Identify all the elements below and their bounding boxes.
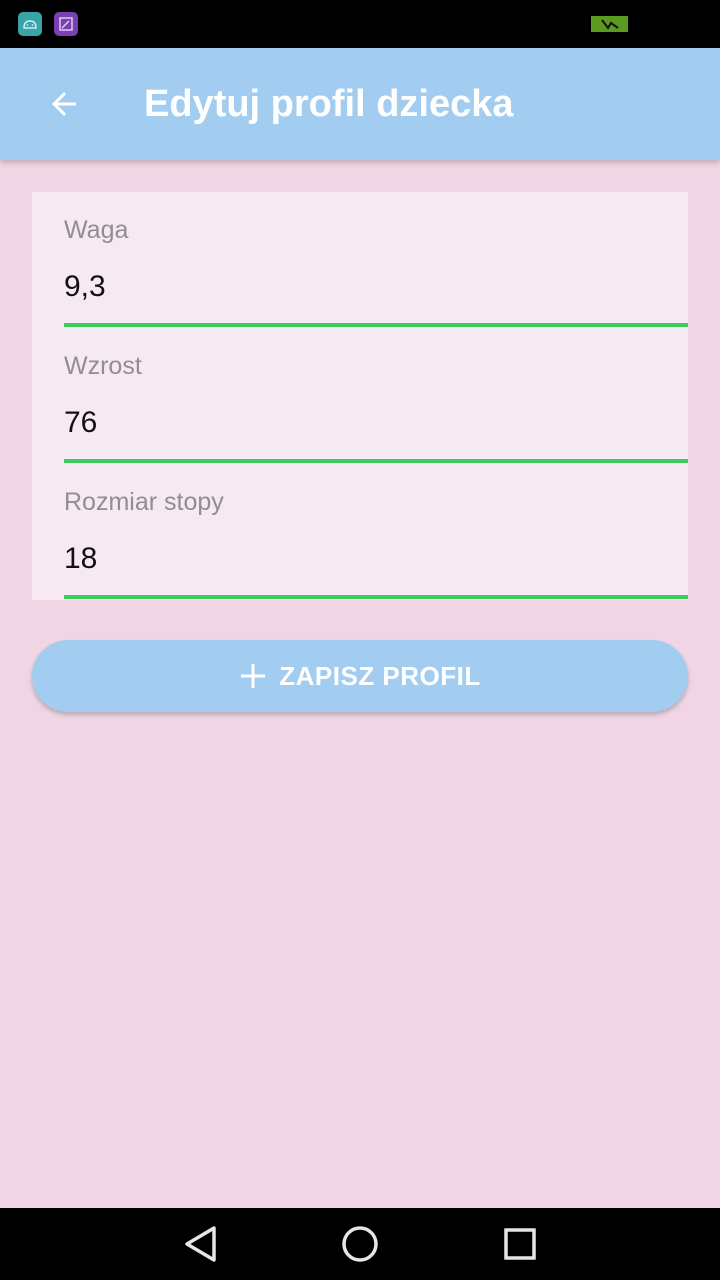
nav-back-button[interactable] [180, 1224, 220, 1264]
height-field[interactable]: Wzrost 76 [32, 328, 688, 464]
back-triangle-icon [185, 1226, 216, 1262]
height-input[interactable]: 76 [64, 406, 624, 440]
weight-input[interactable]: 9,3 [64, 270, 624, 304]
child-profile-form: Waga 9,3 Wzrost 76 Rozmiar stopy 18 [32, 192, 688, 600]
system-nav-bar [0, 1208, 720, 1280]
weight-field-underline [64, 323, 688, 327]
page-title: Edytuj profil dziecka [144, 83, 514, 125]
home-circle-icon [342, 1226, 378, 1262]
save-profile-label: ZAPISZ PROFIL [279, 660, 481, 691]
foot-size-input[interactable]: 18 [64, 542, 624, 576]
height-field-underline [64, 459, 688, 463]
foot-size-field-label: Rozmiar stopy [64, 488, 224, 516]
plus-icon [241, 664, 266, 688]
nav-home-button[interactable] [340, 1224, 380, 1264]
nav-recents-button[interactable] [500, 1224, 540, 1264]
foot-size-field[interactable]: Rozmiar stopy 18 [32, 464, 688, 600]
weight-field[interactable]: Waga 9,3 [32, 192, 688, 328]
gallery-icon [54, 12, 78, 36]
recents-square-icon [504, 1228, 536, 1260]
battery-icon [591, 16, 628, 32]
save-profile-button[interactable]: ZAPISZ PROFIL [32, 640, 688, 712]
weight-field-label: Waga [64, 216, 129, 244]
foot-size-field-underline [64, 595, 688, 599]
arrow-back-icon [52, 92, 76, 116]
height-field-label: Wzrost [64, 352, 142, 380]
back-button[interactable] [32, 72, 96, 136]
app-bar: Edytuj profil dziecka [0, 48, 720, 160]
status-bar [0, 0, 720, 48]
android-icon [18, 12, 42, 36]
